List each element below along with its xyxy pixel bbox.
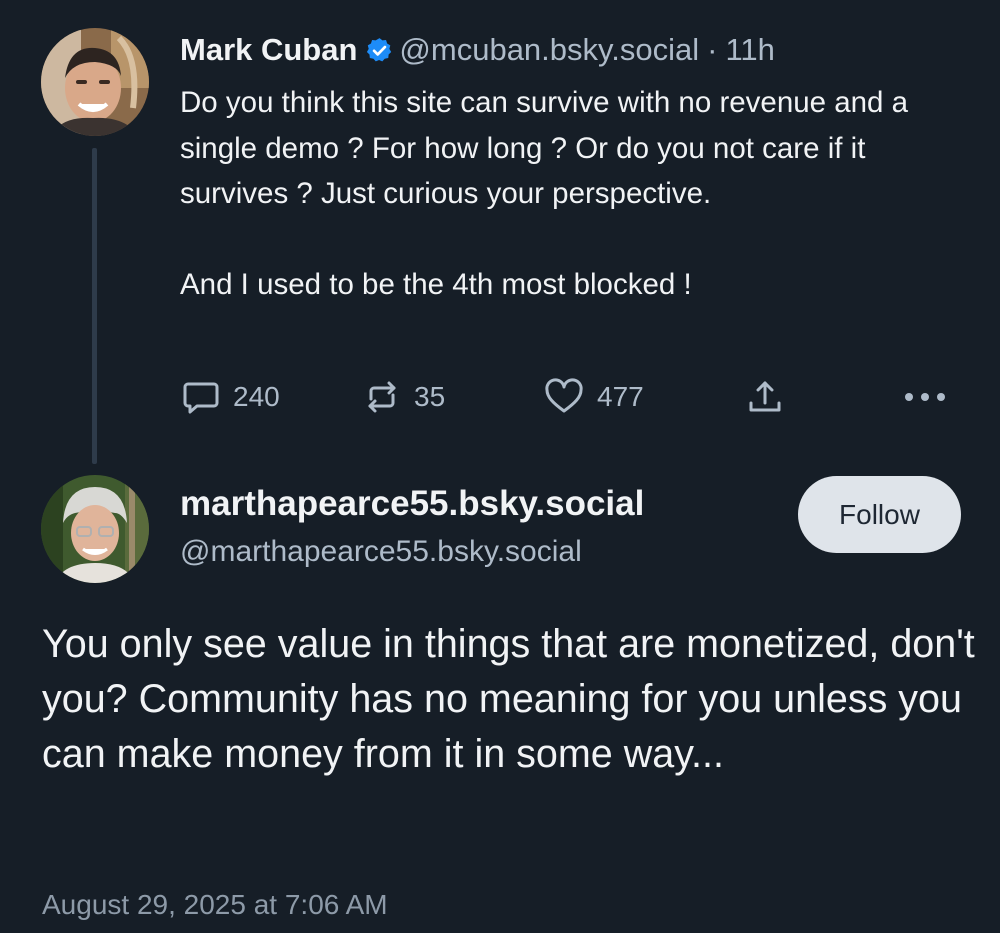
post-thread: Mark Cuban @mcuban.bsky.social · 11h Do … bbox=[0, 0, 1000, 933]
reply-timestamp: August 29, 2025 at 7:06 AM bbox=[42, 889, 388, 920]
follow-button[interactable]: Follow bbox=[798, 476, 961, 553]
repost-button[interactable]: 35 bbox=[362, 374, 445, 420]
parent-post-text: Do you think this site can survive with … bbox=[180, 80, 970, 308]
more-options-button[interactable] bbox=[903, 374, 947, 420]
more-dots-icon bbox=[903, 391, 947, 403]
like-count: 477 bbox=[597, 381, 644, 412]
parent-post-header: Mark Cuban @mcuban.bsky.social · 11h bbox=[180, 28, 775, 72]
speech-bubble-icon bbox=[181, 377, 221, 417]
repost-count: 35 bbox=[414, 381, 446, 412]
repost-arrows-icon bbox=[362, 377, 402, 417]
avatar-mark-cuban[interactable] bbox=[41, 28, 149, 136]
author-handle[interactable]: @mcuban.bsky.social bbox=[399, 32, 699, 68]
reply-author-handle[interactable]: @marthapearce55.bsky.social bbox=[180, 535, 582, 569]
avatar-marthapearce55[interactable] bbox=[41, 475, 149, 583]
parent-post-paragraph: Do you think this site can survive with … bbox=[180, 86, 909, 210]
parent-post-paragraph: And I used to be the 4th most blocked ! bbox=[180, 268, 692, 301]
like-button[interactable]: 477 bbox=[543, 374, 644, 420]
post-time[interactable]: 11h bbox=[725, 32, 774, 68]
post-action-bar: 240 35 477 bbox=[0, 374, 1000, 420]
reply-display-name[interactable]: marthapearce55.bsky.social bbox=[180, 484, 644, 524]
author-name[interactable]: Mark Cuban bbox=[180, 32, 357, 68]
header-separator: · bbox=[707, 32, 718, 67]
share-button[interactable] bbox=[745, 374, 785, 420]
reply-post-text: You only see value in things that are mo… bbox=[42, 622, 975, 776]
heart-icon bbox=[543, 376, 585, 418]
reply-button[interactable]: 240 bbox=[181, 374, 280, 420]
share-upload-icon bbox=[745, 377, 785, 417]
verified-badge-icon bbox=[366, 37, 393, 64]
reply-count: 240 bbox=[233, 381, 280, 412]
